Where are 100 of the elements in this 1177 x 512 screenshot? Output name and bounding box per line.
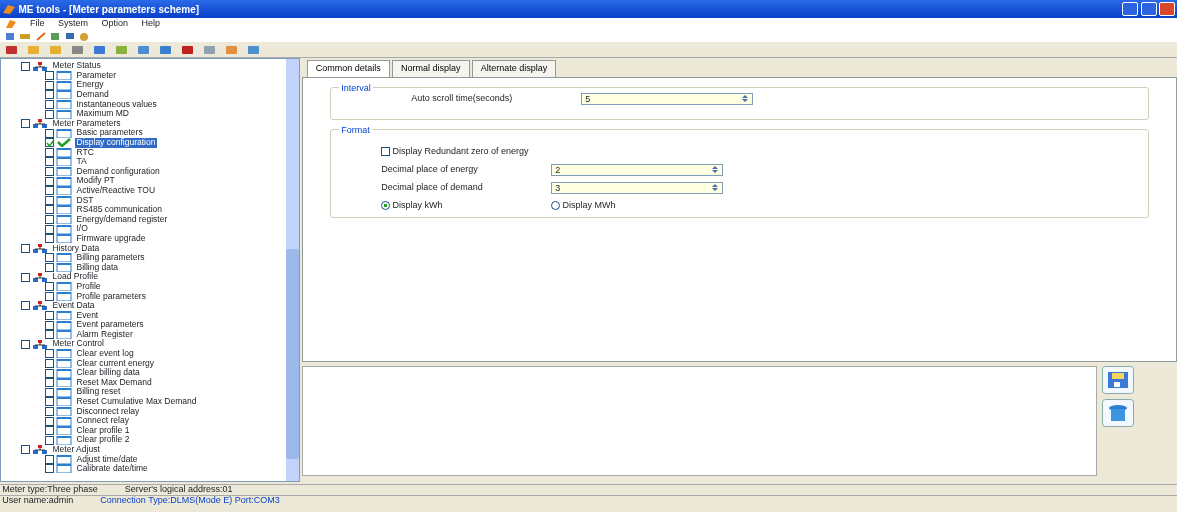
checkbox[interactable] [45,330,54,340]
checkbox[interactable] [45,147,54,157]
spin-field[interactable]: 2 [551,163,724,176]
checkbox[interactable] [21,272,30,282]
menu-item[interactable]: File [30,17,45,31]
checkbox[interactable] [45,195,54,205]
radio-button[interactable] [551,201,561,210]
tree-item[interactable]: Modify PT [74,176,117,186]
tree-item[interactable]: Billing reset [74,387,123,398]
checkbox[interactable] [45,349,54,359]
tree-group[interactable]: Meter Status [50,61,103,71]
tree-item[interactable]: Active/Reactive TOU [74,185,158,196]
checkbox[interactable] [21,61,30,71]
tree-group[interactable]: History Data [50,243,102,254]
tree-item[interactable]: Reset Max Demand [74,377,154,388]
checkbox[interactable] [45,224,54,234]
checkbox[interactable] [45,416,54,426]
checkbox[interactable] [45,157,54,167]
spin-arrows-icon[interactable] [711,164,720,174]
checkbox[interactable] [45,80,54,90]
checkbox[interactable] [45,215,54,225]
delete-button[interactable] [1101,398,1134,427]
menu-item[interactable]: Option [101,17,129,31]
checkbox[interactable] [21,119,30,129]
tree-item[interactable]: I/O [74,224,90,234]
tree-item[interactable]: Event [74,310,101,321]
tab[interactable]: Common details [306,60,390,77]
checkbox[interactable] [21,339,30,349]
tree-item[interactable]: Basic parameters [74,128,145,138]
tree-item[interactable]: Energy/demand register [74,214,170,225]
checkbox[interactable] [21,301,30,311]
checkbox[interactable] [45,263,54,272]
tab[interactable]: Alternate display [471,60,557,77]
tree-item[interactable]: RTC [74,147,96,158]
checkbox[interactable] [45,138,54,148]
save-button[interactable] [1101,366,1134,395]
tree-item[interactable]: Profile parameters [74,291,148,302]
tree-item[interactable]: Connect relay [74,416,131,426]
tree-item[interactable]: Maximum MD [74,109,131,119]
checkbox[interactable] [21,445,30,455]
tree-item[interactable]: Event parameters [74,320,146,330]
tree-item[interactable]: Display configuration [74,138,158,148]
checkbox[interactable] [45,71,54,81]
tree-item[interactable]: RS485 communication [74,205,164,215]
tree-group[interactable]: Meter Parameters [50,118,123,129]
tree-item[interactable]: Profile [74,281,103,292]
scrollbar[interactable] [286,59,299,481]
tree-item[interactable]: Clear profile 2 [74,435,132,445]
tree-item[interactable]: Calibrate date/time [74,464,150,474]
checkbox[interactable] [45,128,54,138]
close-button[interactable] [1158,2,1175,16]
tree-item[interactable]: Clear event log [74,349,136,359]
menu-item[interactable]: Help [141,17,161,31]
tree-group[interactable]: Meter Control [50,339,106,350]
checkbox[interactable] [45,282,54,292]
checkbox[interactable] [381,147,391,156]
tree-group[interactable]: Meter Adjust [50,445,102,455]
checkbox[interactable] [45,176,54,186]
tree-item[interactable]: Demand configuration [74,166,162,177]
checkbox[interactable] [45,109,54,119]
tree-item[interactable]: Disconnect relay [74,406,142,417]
restore-button[interactable] [1140,2,1157,16]
minimize-button[interactable] [1122,2,1139,16]
tree-item[interactable]: Clear billing data [74,368,142,378]
tree-item[interactable]: Billing parameters [74,253,147,263]
tree-group[interactable]: Load Profile [50,272,100,282]
checkbox[interactable] [45,454,54,464]
checkbox[interactable] [45,435,54,445]
tree-item[interactable]: Alarm Register [74,329,135,340]
tree-item[interactable]: Demand [74,90,111,100]
checkbox[interactable] [45,426,54,436]
checkbox[interactable] [45,368,54,378]
checkbox[interactable] [45,387,54,397]
checkbox[interactable] [21,243,30,253]
checkbox[interactable] [45,205,54,215]
tree-item[interactable]: DST [74,195,96,206]
checkbox[interactable] [45,464,54,474]
checkbox[interactable] [45,358,54,368]
tree-item[interactable]: Firmware upgrade [74,233,148,244]
checkbox[interactable] [45,253,54,263]
tree-item[interactable]: Adjust time/date [74,454,140,465]
checkbox[interactable] [45,378,54,388]
radio-button[interactable] [381,201,391,210]
spin-arrows-icon[interactable] [711,182,720,192]
spin-field[interactable]: 5 [581,93,754,105]
checkbox[interactable] [45,311,54,320]
checkbox[interactable] [45,291,54,301]
tab[interactable]: Normal display [392,60,470,77]
tree-item[interactable]: Energy [74,80,106,91]
spin-field[interactable]: 3 [551,181,724,194]
checkbox[interactable] [45,234,54,244]
checkbox[interactable] [45,397,54,407]
tree-item[interactable]: Parameter [74,70,119,81]
checkbox[interactable] [45,406,54,416]
checkbox[interactable] [45,186,54,196]
tree-item[interactable]: Instantaneous values [74,99,159,110]
menu-item[interactable]: System [58,17,89,31]
checkbox[interactable] [45,90,54,100]
tree-item[interactable]: Billing data [74,262,121,273]
checkbox[interactable] [45,167,54,177]
